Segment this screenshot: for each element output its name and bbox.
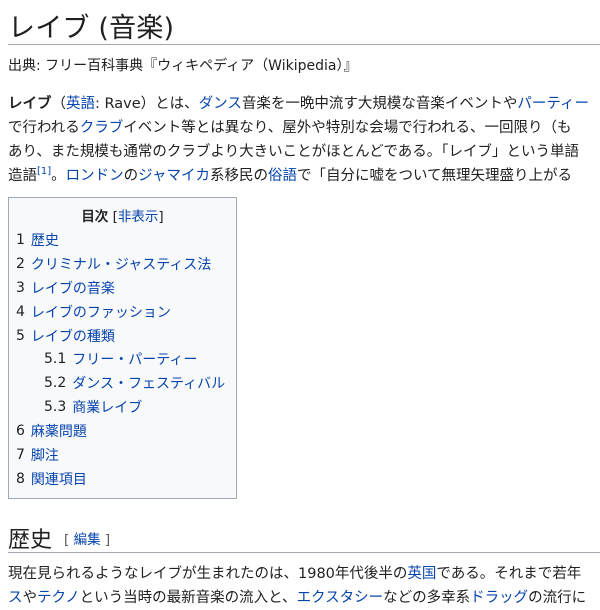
text: 現在見られるようなレイブが生まれたのは、1980年代後半の <box>8 566 408 582</box>
reference-1[interactable]: [1] <box>37 166 51 177</box>
toc-item-history[interactable]: 1 歴史 <box>16 228 225 252</box>
toc-item-footnotes[interactable]: 7 脚注 <box>16 443 225 467</box>
toc-number: 5 <box>16 327 25 344</box>
text: で「自分に嘘をついて無理矢理盛り上がる <box>296 168 573 184</box>
link-uk[interactable]: 英国 <box>407 566 436 582</box>
history-line-1: 現在見られるようなレイブが生まれたのは、1980年代後半の英国である。それまで若… <box>8 562 586 586</box>
toc-item-related[interactable]: 8 関連項目 <box>16 467 225 491</box>
toc-number: 6 <box>16 423 25 440</box>
toc-list: 1 歴史 2 クリミナル・ジャスティス法 3 レイブの音楽 4 レイブのファッション 5… <box>16 228 225 491</box>
text: : Rave）とは、 <box>95 96 199 112</box>
link-jamaica[interactable]: ジャマイカ <box>138 168 210 184</box>
toc-number: 1 <box>16 231 25 248</box>
toc-toggle: [非表示] <box>113 209 164 225</box>
intro-line-3: あり、また規模も通常のクラブより大きいことがほとんどである。「レイブ」という単語 <box>8 144 580 160</box>
toc-number: 7 <box>16 446 25 463</box>
site-subtitle: 出典: フリー百科事典『ウィキペディア（Wikipedia）』 <box>8 58 358 74</box>
link-party[interactable]: パーティー <box>517 96 589 112</box>
text: の流行に <box>528 590 587 606</box>
section-divider <box>8 552 600 553</box>
toc-item-free-party[interactable]: 5.1 フリー・パーティー <box>16 347 225 371</box>
text: イベント等とは異なり、屋外や特別な会場で行われる、一回限り（も <box>123 120 572 136</box>
text: や <box>22 590 38 606</box>
toc-link[interactable]: ダンス・フェスティバル <box>72 373 225 393</box>
toc-link[interactable]: クリミナル・ジャスティス法 <box>31 254 211 274</box>
bracket: ] <box>158 209 164 225</box>
edit-link[interactable]: 編集 <box>74 532 101 548</box>
text: などの多幸系 <box>383 590 471 606</box>
toc-item-drug-problem[interactable]: 6 麻薬問題 <box>16 419 225 443</box>
toc-link[interactable]: 関連項目 <box>31 469 87 489</box>
link-drug[interactable]: ドラッグ <box>470 590 528 606</box>
toc-link[interactable]: レイブの音楽 <box>31 278 115 298</box>
section-heading-history: 歴史 [ 編集 ] <box>8 522 110 554</box>
toc-link[interactable]: レイブのファッション <box>31 302 171 322</box>
toc-item-commercial-rave[interactable]: 5.3 商業レイブ <box>16 395 225 419</box>
toc-number: 3 <box>16 279 25 296</box>
toc-item-rave-types[interactable]: 5 レイブの種類 <box>16 324 225 348</box>
toc-number: 4 <box>16 303 25 320</box>
toc-link[interactable]: 歴史 <box>31 230 59 250</box>
bracket: ] <box>104 532 111 548</box>
page-title: レイブ (音楽) <box>8 13 175 44</box>
intro-line-4: 造語[1]。ロンドンのジャマイカ系移民の俗語で「自分に嘘をついて無理矢理盛り上が… <box>8 164 589 188</box>
link-club[interactable]: クラブ <box>80 120 124 136</box>
link-house-music[interactable]: ス <box>8 590 23 606</box>
link-london[interactable]: ロンドン <box>66 168 124 184</box>
toc-item-rave-music[interactable]: 3 レイブの音楽 <box>16 276 225 300</box>
toc-link[interactable]: レイブの種類 <box>31 326 115 346</box>
link-slang[interactable]: 俗語 <box>268 168 297 184</box>
text: という当時の最新音楽の流入と、 <box>79 590 297 606</box>
text: 系移民の <box>209 168 268 184</box>
text: （ <box>51 96 67 112</box>
link-ecstasy[interactable]: エクスタシー <box>297 590 384 606</box>
toc-item-rave-fashion[interactable]: 4 レイブのファッション <box>16 300 225 324</box>
toc-number: 5.3 <box>44 399 67 416</box>
history-line-2: スやテクノという当時の最新音楽の流入と、エクスタシーなどの多幸系ドラッグの流行に <box>8 586 586 610</box>
title-divider <box>8 44 600 45</box>
text: である。それまで若年 <box>436 566 582 582</box>
toc-link[interactable]: フリー・パーティー <box>72 349 197 369</box>
intro-line-2: で行われるクラブイベント等とは異なり、屋外や特別な会場で行われる、一回限り（も <box>8 116 589 140</box>
text: で行われる <box>8 120 80 136</box>
link-techno[interactable]: テクノ <box>37 590 80 606</box>
section-edit: [ 編集 ] <box>64 532 110 548</box>
intro-line-1: レイブ（英語: Rave）とは、ダンス音楽を一晩中流す大規模な音楽イベントやパー… <box>8 92 589 116</box>
table-of-contents: 目次 [非表示] 1 歴史 2 クリミナル・ジャスティス法 3 レイブの音楽 4 レイブ… <box>8 197 237 499</box>
link-english[interactable]: 英語 <box>66 96 95 112</box>
toc-title: 目次 <box>81 209 109 225</box>
history-paragraph: 現在見られるようなレイブが生まれたのは、1980年代後半の英国である。それまで若… <box>8 562 586 610</box>
text: 。 <box>51 168 66 184</box>
text: 造語 <box>8 168 37 184</box>
toc-number: 2 <box>16 255 25 272</box>
text: の <box>123 168 139 184</box>
section-title: 歴史 <box>8 528 53 553</box>
bracket: [ <box>64 532 70 548</box>
toc-number: 5.2 <box>44 375 67 392</box>
text: 音楽を一晩中流す大規模な音楽イベントや <box>241 96 518 112</box>
toc-item-criminal-justice[interactable]: 2 クリミナル・ジャスティス法 <box>16 252 225 276</box>
toc-item-dance-festival[interactable]: 5.2 ダンス・フェスティバル <box>16 371 225 395</box>
link-dance[interactable]: ダンス <box>199 96 242 112</box>
toc-number: 5.1 <box>44 351 67 368</box>
toc-hide-link[interactable]: 非表示 <box>118 209 159 225</box>
toc-link[interactable]: 麻薬問題 <box>31 421 87 441</box>
toc-header: 目次 [非表示] <box>9 205 236 225</box>
intro-term: レイブ <box>8 96 52 112</box>
toc-link[interactable]: 商業レイブ <box>72 397 142 417</box>
toc-link[interactable]: 脚注 <box>31 445 59 465</box>
toc-number: 8 <box>16 470 25 487</box>
intro-paragraph: レイブ（英語: Rave）とは、ダンス音楽を一晩中流す大規模な音楽イベントやパー… <box>8 92 589 188</box>
